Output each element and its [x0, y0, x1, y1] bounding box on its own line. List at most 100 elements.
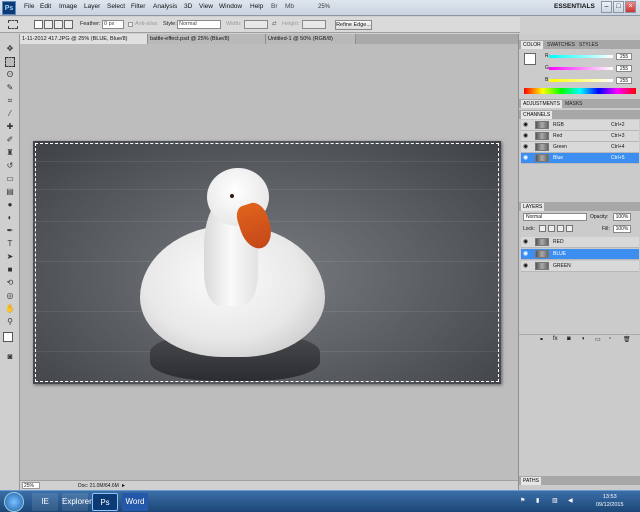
tab-layers[interactable]: LAYERS — [521, 203, 545, 211]
start-button[interactable] — [4, 492, 24, 512]
healing-tool-icon[interactable]: ✚ — [5, 122, 15, 132]
pen-tool-icon[interactable]: ✒ — [5, 226, 15, 236]
menu-image[interactable]: Image — [59, 3, 77, 10]
color-r-slider[interactable] — [549, 55, 613, 58]
taskbar-ie-icon[interactable]: IE — [32, 493, 58, 511]
menu-3d[interactable]: 3D — [184, 3, 192, 10]
tray-volume-icon[interactable]: ◀ — [568, 497, 573, 504]
quick-mask-icon[interactable]: ◙ — [5, 352, 15, 362]
blend-mode-select[interactable]: Normal — [523, 213, 587, 221]
visibility-eye-icon[interactable]: ◉ — [523, 155, 529, 161]
color-ramp[interactable] — [524, 88, 636, 94]
color-g-value[interactable]: 255 — [616, 65, 632, 72]
close-button[interactable]: × — [625, 1, 636, 13]
new-selection-icon[interactable] — [34, 20, 43, 29]
dodge-tool-icon[interactable]: ◐ — [5, 213, 15, 223]
clone-stamp-tool-icon[interactable]: ♜ — [5, 148, 15, 158]
tab-masks[interactable]: MASKS — [563, 100, 585, 108]
color-b-value[interactable]: 255 — [616, 77, 632, 84]
path-select-tool-icon[interactable]: ➤ — [5, 252, 15, 262]
layer-row-red[interactable]: ◉ RED — [521, 237, 639, 248]
menu-window[interactable]: Window — [219, 3, 242, 10]
hand-tool-icon[interactable]: ✋ — [5, 304, 15, 314]
history-brush-tool-icon[interactable]: ↺ — [5, 161, 15, 171]
link-layers-icon[interactable]: ⚭ — [539, 336, 544, 343]
brush-tool-icon[interactable]: ✐ — [5, 135, 15, 145]
tab-document-active[interactable]: 1-11-2012 417.JPG @ 25% (BLUE, Blue/8) — [20, 34, 148, 44]
tray-network-icon[interactable]: ▥ — [552, 497, 558, 504]
lock-pixels-icon[interactable] — [548, 225, 555, 232]
eraser-tool-icon[interactable]: ▭ — [5, 174, 15, 184]
taskbar-photoshop-icon[interactable]: Ps — [92, 493, 118, 511]
channel-row-red[interactable]: ◉ Red Ctrl+3 — [521, 131, 639, 142]
new-group-icon[interactable]: ▭ — [595, 336, 601, 343]
shape-tool-icon[interactable]: ■ — [5, 265, 15, 275]
tab-document-untitled[interactable]: Untitled-1 @ 50% (RGB/8) — [266, 34, 356, 44]
tab-paths[interactable]: PATHS — [521, 477, 541, 485]
bridge-icon[interactable]: Br — [271, 3, 278, 10]
zoom-tool-icon[interactable]: ⚲ — [5, 317, 15, 327]
taskbar-clock[interactable]: 13:53 09/12/2015 — [596, 493, 624, 509]
width-input[interactable] — [244, 20, 268, 29]
3d-rotate-tool-icon[interactable]: ⟲ — [5, 278, 15, 288]
lock-all-icon[interactable] — [566, 225, 573, 232]
subtract-selection-icon[interactable] — [54, 20, 63, 29]
maximize-button[interactable]: □ — [613, 1, 624, 13]
tab-styles[interactable]: STYLES — [577, 41, 600, 49]
taskbar-word-icon[interactable]: Word — [122, 493, 148, 511]
swap-icon[interactable]: ⇄ — [272, 21, 277, 27]
minimize-button[interactable]: – — [601, 1, 612, 13]
visibility-eye-icon[interactable]: ◉ — [523, 239, 529, 245]
minibridge-icon[interactable]: Mb — [285, 3, 294, 10]
photoshop-logo-icon[interactable]: Ps — [2, 1, 16, 15]
feather-input[interactable]: 0 px — [102, 20, 124, 29]
taskbar-explorer-icon[interactable]: Explorer — [62, 493, 92, 511]
delete-layer-icon[interactable]: 🗑 — [623, 336, 631, 343]
antialias-checkbox[interactable] — [128, 22, 133, 27]
tab-adjustments[interactable]: ADJUSTMENTS — [521, 100, 562, 108]
layer-style-icon[interactable]: fx — [553, 336, 558, 342]
menu-analysis[interactable]: Analysis — [153, 3, 177, 10]
add-mask-icon[interactable]: ◙ — [567, 336, 571, 342]
fg-color-chip[interactable] — [524, 53, 536, 65]
status-menu-arrow-icon[interactable]: ▸ — [122, 482, 125, 489]
type-tool-icon[interactable]: T — [5, 239, 15, 249]
blur-tool-icon[interactable]: ● — [5, 200, 15, 210]
tab-channels[interactable]: CHANNELS — [521, 111, 553, 119]
layer-row-blue[interactable]: ◉ BLUE — [521, 249, 639, 260]
new-layer-icon[interactable]: ▫ — [609, 336, 611, 342]
color-r-value[interactable]: 255 — [616, 53, 632, 60]
visibility-eye-icon[interactable]: ◉ — [523, 251, 529, 257]
add-selection-icon[interactable] — [44, 20, 53, 29]
lock-position-icon[interactable] — [557, 225, 564, 232]
opacity-input[interactable]: 100% — [613, 213, 631, 221]
menu-select[interactable]: Select — [107, 3, 125, 10]
style-select[interactable]: Normal — [177, 20, 221, 29]
menu-help[interactable]: Help — [250, 3, 263, 10]
move-tool-icon[interactable]: ✥ — [5, 44, 15, 54]
menu-view[interactable]: View — [199, 3, 213, 10]
tray-battery-icon[interactable]: ▮ — [536, 497, 539, 504]
zoom-dropdown[interactable]: 25% — [318, 2, 340, 13]
channel-row-green[interactable]: ◉ Green Ctrl+4 — [521, 142, 639, 153]
3d-orbit-tool-icon[interactable]: ◎ — [5, 291, 15, 301]
color-b-slider[interactable] — [549, 79, 613, 82]
intersect-selection-icon[interactable] — [64, 20, 73, 29]
tab-document-battle[interactable]: battle-effect.psd @ 25% (Blue/8) — [148, 34, 266, 44]
refine-edge-button[interactable]: Refine Edge... — [335, 20, 372, 30]
color-g-slider[interactable] — [549, 67, 613, 70]
status-zoom[interactable]: 25% — [22, 482, 40, 489]
gradient-tool-icon[interactable]: ▤ — [5, 187, 15, 197]
tab-swatches[interactable]: SWATCHES — [545, 41, 577, 49]
menu-filter[interactable]: Filter — [131, 3, 145, 10]
layer-row-green[interactable]: ◉ GREEN — [521, 261, 639, 272]
channel-row-rgb[interactable]: ◉ RGB Ctrl+2 — [521, 120, 639, 131]
height-input[interactable] — [302, 20, 326, 29]
channel-row-blue[interactable]: ◉ Blue Ctrl+5 — [521, 153, 639, 164]
marquee-tool-icon[interactable] — [8, 20, 18, 29]
eyedropper-tool-icon[interactable]: ⁄ — [5, 109, 15, 119]
visibility-eye-icon[interactable]: ◉ — [523, 263, 529, 269]
menu-file[interactable]: File — [24, 3, 34, 10]
tray-flag-icon[interactable]: ⚑ — [520, 497, 525, 504]
lasso-tool-icon[interactable]: ʘ — [5, 70, 15, 80]
